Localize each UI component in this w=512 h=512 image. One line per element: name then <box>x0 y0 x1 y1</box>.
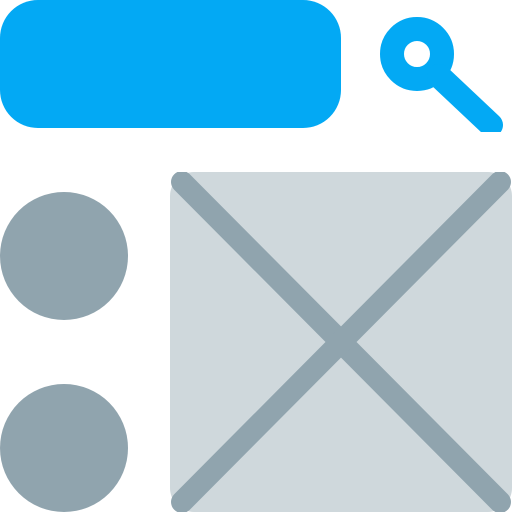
list-bullet-top <box>0 192 128 320</box>
image-placeholder-icon <box>170 172 512 512</box>
search-bar[interactable] <box>0 0 341 128</box>
wireframe-layout <box>0 0 512 512</box>
list-bullet-bottom <box>0 384 128 512</box>
search-icon[interactable] <box>380 14 512 132</box>
